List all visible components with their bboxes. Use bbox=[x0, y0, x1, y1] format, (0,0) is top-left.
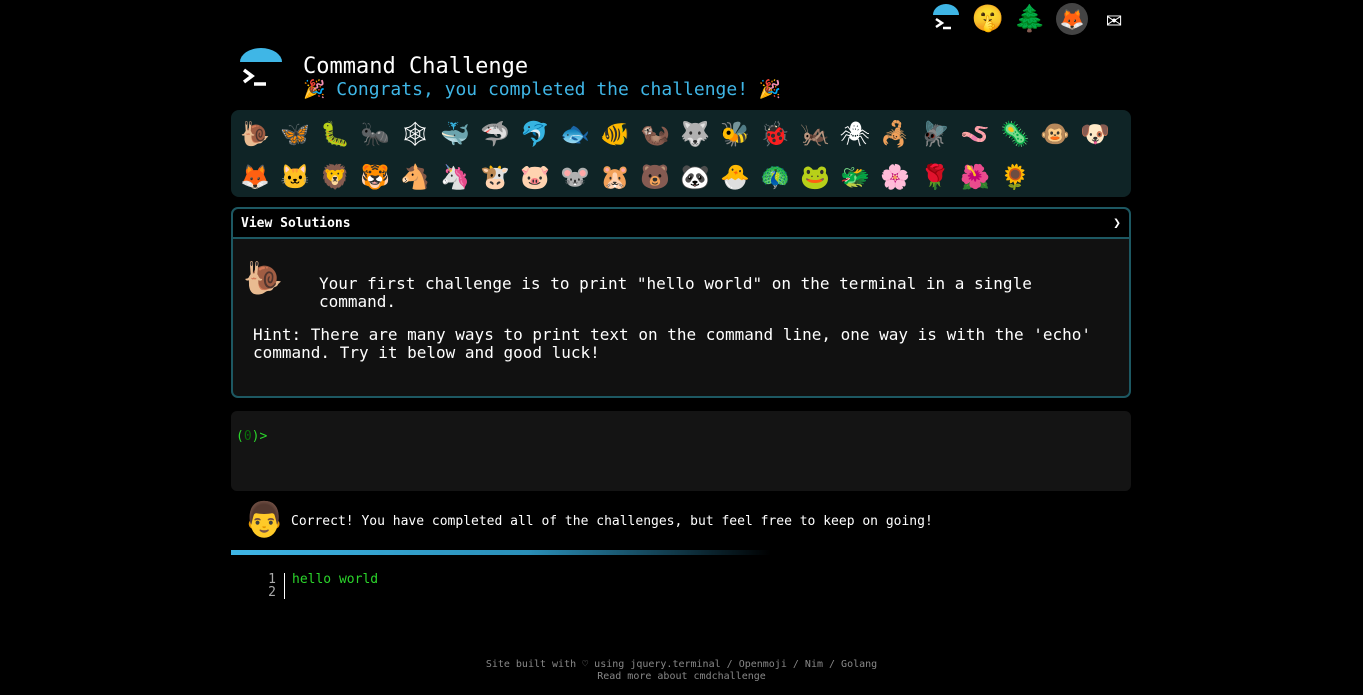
result-banner: 👨 Correct! You have completed all of the… bbox=[231, 500, 1131, 544]
mail-icon[interactable]: ✉ bbox=[1098, 3, 1130, 35]
scorpion-icon[interactable]: 🦂 bbox=[875, 115, 915, 153]
shush-face-icon[interactable]: 🤫 bbox=[972, 3, 1004, 35]
output-text: hello world bbox=[292, 572, 379, 587]
peacock-icon[interactable]: 🦚 bbox=[755, 158, 795, 196]
cow-icon[interactable]: 🐮 bbox=[475, 158, 515, 196]
command-output: 1 hello world 2 bbox=[258, 573, 378, 599]
person-icon: 👨 bbox=[243, 500, 286, 540]
view-solutions-label: View Solutions bbox=[241, 215, 351, 231]
hibiscus-icon[interactable]: 🌺 bbox=[955, 158, 995, 196]
congrats-subtitle: 🎉 Congrats, you completed the challenge!… bbox=[303, 79, 782, 100]
tropical-fish-icon[interactable]: 🐠 bbox=[595, 115, 635, 153]
otter-icon[interactable]: 🦦 bbox=[635, 115, 675, 153]
bear-icon[interactable]: 🐻 bbox=[635, 158, 675, 196]
emoji-row-2: 🦊 🐱 🦁 🐯 🐴 🦄 🐮 🐷 🐭 🐹 🐻 🐼 🐣 🦚 🐸 🐲 🌸 🌹 🌺 🌻 bbox=[235, 158, 1035, 196]
output-line: 2 bbox=[258, 586, 378, 599]
page-title: Command Challenge bbox=[303, 54, 529, 79]
line-number: 2 bbox=[258, 586, 285, 599]
footer: Site built with ♡ using jquery.terminal … bbox=[0, 659, 1363, 683]
fish-icon[interactable]: 🐟 bbox=[555, 115, 595, 153]
bee-icon[interactable]: 🐝 bbox=[715, 115, 755, 153]
worm-icon[interactable]: 🪱 bbox=[955, 115, 995, 153]
butterfly-icon[interactable]: 🦋 bbox=[275, 115, 315, 153]
challenge-emoji-bar: 🐌 🦋 🐛 🐜 🕸 🐳 🦈 🐬 🐟 🐠 🦦 🐺 🐝 🐞 🦗 🕷 🦂 🪰 🪱 🦠 🐵 🐶 🦊 🐱 🦁 🐯 🐴 🦄 🐮 🐷 🐭 🐹 🐻 🐼 🐣 🦚 🐸 🐲 🌸… bbox=[231, 110, 1131, 197]
gitlab-icon[interactable]: 🦊 bbox=[1056, 3, 1088, 35]
read-more-link[interactable]: Read more about cmdchallenge bbox=[0, 671, 1363, 683]
openmoji-link[interactable]: Openmoji bbox=[739, 659, 787, 670]
challenge-description: Your first challenge is to print "hello … bbox=[319, 274, 1032, 311]
unicorn-icon[interactable]: 🦄 bbox=[435, 158, 475, 196]
fly-icon[interactable]: 🪰 bbox=[915, 115, 955, 153]
fox-icon[interactable]: 🦊 bbox=[235, 158, 275, 196]
horse-icon[interactable]: 🐴 bbox=[395, 158, 435, 196]
cmd-logo-icon bbox=[240, 48, 282, 86]
snail-icon: 🐌 bbox=[243, 259, 283, 297]
snail-icon[interactable]: 🐌 bbox=[235, 115, 275, 153]
hamster-icon[interactable]: 🐹 bbox=[595, 158, 635, 196]
lion-icon[interactable]: 🦁 bbox=[315, 158, 355, 196]
challenge-panel: View Solutions ❯ 🐌 Your first challenge … bbox=[231, 207, 1131, 398]
frog-icon[interactable]: 🐸 bbox=[795, 158, 835, 196]
top-nav: 🤫 🌲 🦊 ✉ bbox=[930, 0, 1130, 38]
output-line: 1 hello world bbox=[258, 573, 378, 586]
challenge-hint: Hint: There are many ways to print text … bbox=[253, 325, 1092, 362]
dolphin-icon[interactable]: 🐬 bbox=[515, 115, 555, 153]
whale-icon[interactable]: 🐳 bbox=[435, 115, 475, 153]
nim-link[interactable]: Nim bbox=[805, 659, 823, 670]
wolf-icon[interactable]: 🐺 bbox=[675, 115, 715, 153]
microbe-icon[interactable]: 🦠 bbox=[995, 115, 1035, 153]
progress-bar bbox=[231, 550, 771, 555]
spider-icon[interactable]: 🕷 bbox=[835, 115, 875, 153]
jquery-terminal-link[interactable]: jquery.terminal bbox=[630, 659, 720, 670]
dragon-icon[interactable]: 🐲 bbox=[835, 158, 875, 196]
dog-icon[interactable]: 🐶 bbox=[1075, 115, 1115, 153]
footer-credits: Site built with ♡ using jquery.terminal … bbox=[485, 659, 878, 670]
chick-icon[interactable]: 🐣 bbox=[715, 158, 755, 196]
ladybug-icon[interactable]: 🐞 bbox=[755, 115, 795, 153]
golang-link[interactable]: Golang bbox=[841, 659, 877, 670]
emoji-row-1: 🐌 🦋 🐛 🐜 🕸 🐳 🦈 🐬 🐟 🐠 🦦 🐺 🐝 🐞 🦗 🕷 🦂 🪰 🪱 🦠 🐵 🐶 bbox=[235, 115, 1115, 153]
shark-icon[interactable]: 🦈 bbox=[475, 115, 515, 153]
tiger-icon[interactable]: 🐯 bbox=[355, 158, 395, 196]
sunflower-icon[interactable]: 🌻 bbox=[995, 158, 1035, 196]
ant-icon[interactable]: 🐜 bbox=[355, 115, 395, 153]
spider-web-icon[interactable]: 🕸 bbox=[395, 115, 435, 153]
page-header: Command Challenge 🎉 Congrats, you comple… bbox=[238, 48, 1128, 104]
chevron-right-icon: ❯ bbox=[1113, 215, 1121, 231]
cricket-icon[interactable]: 🦗 bbox=[795, 115, 835, 153]
cmd-logo-icon[interactable] bbox=[930, 3, 962, 35]
mouse-icon[interactable]: 🐭 bbox=[555, 158, 595, 196]
pig-icon[interactable]: 🐷 bbox=[515, 158, 555, 196]
prompt-count: 0 bbox=[243, 429, 252, 444]
terminal-input[interactable]: (0)> bbox=[231, 411, 1131, 491]
bug-icon[interactable]: 🐛 bbox=[315, 115, 355, 153]
panda-icon[interactable]: 🐼 bbox=[675, 158, 715, 196]
result-message: Correct! You have completed all of the c… bbox=[291, 514, 933, 529]
view-solutions-toggle[interactable]: View Solutions ❯ bbox=[233, 209, 1129, 239]
tree-icon[interactable]: 🌲 bbox=[1014, 3, 1046, 35]
cat-icon[interactable]: 🐱 bbox=[275, 158, 315, 196]
cherry-blossom-icon[interactable]: 🌸 bbox=[875, 158, 915, 196]
monkey-icon[interactable]: 🐵 bbox=[1035, 115, 1075, 153]
rose-icon[interactable]: 🌹 bbox=[915, 158, 955, 196]
terminal-prompt: (0)> bbox=[236, 429, 268, 444]
